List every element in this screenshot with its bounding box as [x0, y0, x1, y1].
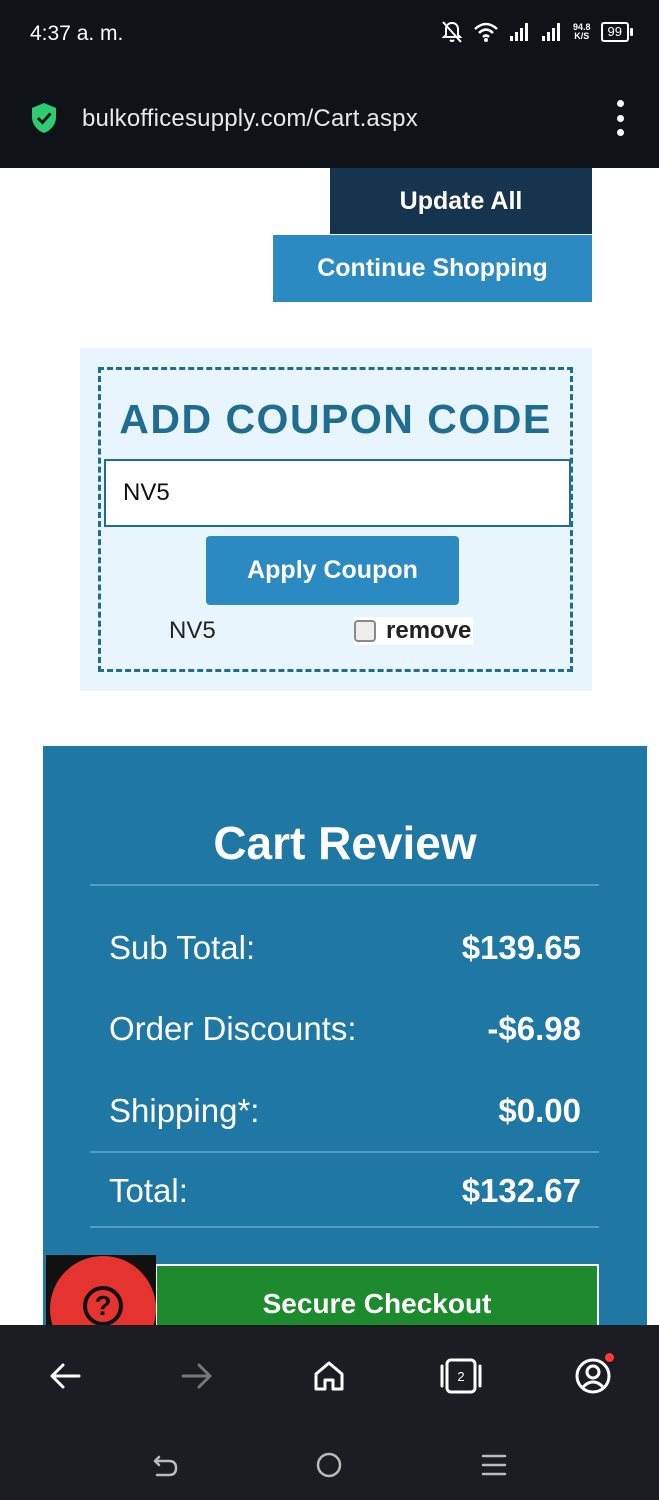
continue-shopping-button[interactable]: Continue Shopping: [273, 235, 592, 302]
coupon-title: ADD COUPON CODE: [119, 396, 552, 442]
shipping-value: $0.00: [498, 1092, 581, 1129]
forward-button[interactable]: [172, 1351, 222, 1401]
total-label: Total:: [109, 1172, 188, 1209]
arrow-left-icon: [50, 1363, 81, 1389]
system-back-button[interactable]: [145, 1445, 185, 1485]
arrow-right-icon: [181, 1363, 212, 1389]
system-home-button[interactable]: [309, 1445, 349, 1485]
status-icons: 94.8 K/S 99: [441, 20, 634, 44]
battery-level: 99: [607, 24, 622, 39]
subtotal-value: $139.65: [461, 929, 581, 966]
status-bar: 4:37 a. m. 94.8 K/S 99: [0, 0, 659, 70]
bell-off-icon: [441, 21, 463, 43]
remove-coupon-control[interactable]: remove: [354, 617, 474, 645]
system-back-icon: [153, 1455, 178, 1477]
signal-icon-2: [542, 23, 560, 41]
cart-review-panel: Cart Review Sub Total: $139.65 Order Dis…: [43, 746, 647, 1325]
divider: [90, 1151, 599, 1153]
battery-icon: 99: [600, 22, 634, 42]
shipping-label: Shipping*:: [109, 1092, 260, 1129]
system-nav-bar: [0, 1425, 659, 1500]
discount-label: Order Discounts:: [109, 1010, 357, 1047]
account-button[interactable]: [568, 1351, 618, 1401]
shipping-row: Shipping*: $0.00: [109, 1092, 581, 1130]
home-button[interactable]: [304, 1351, 354, 1401]
signal-icon-1: [510, 23, 528, 41]
home-icon: [314, 1361, 344, 1391]
net-speed: 94.8 K/S: [573, 23, 591, 41]
update-all-button[interactable]: Update All: [330, 168, 592, 234]
apply-coupon-button[interactable]: Apply Coupon: [206, 536, 459, 605]
remove-coupon-checkbox[interactable]: [354, 620, 376, 642]
url-text[interactable]: bulkofficesupply.com/Cart.aspx: [82, 105, 418, 133]
more-menu-icon[interactable]: [615, 100, 625, 136]
status-time: 4:37 a. m.: [30, 22, 124, 45]
system-recents-button[interactable]: [474, 1445, 514, 1485]
account-icon: [575, 1358, 611, 1394]
total-row: Total: $132.67: [109, 1172, 581, 1210]
divider: [90, 1226, 599, 1228]
tab-count: 2: [457, 1368, 465, 1384]
coupon-box: ADD COUPON CODE Apply Coupon NV5 remove: [98, 367, 573, 672]
browser-toolbar: 2: [0, 1325, 659, 1425]
tabs-button[interactable]: 2: [436, 1351, 486, 1401]
page-content: Update All Continue Shopping ADD COUPON …: [0, 168, 659, 1325]
system-menu-icon: [481, 1454, 507, 1476]
remove-coupon-label[interactable]: remove: [386, 617, 471, 645]
wifi-icon: [474, 22, 498, 42]
discount-row: Order Discounts: -$6.98: [109, 1010, 581, 1048]
url-bar[interactable]: bulkofficesupply.com/Cart.aspx: [0, 70, 659, 168]
back-button[interactable]: [40, 1351, 90, 1401]
notification-dot: [605, 1353, 614, 1362]
question-circle-icon: ?: [83, 1286, 123, 1325]
divider: [90, 884, 599, 886]
system-home-icon: [316, 1452, 342, 1478]
net-speed-unit: K/S: [574, 31, 590, 41]
coupon-code-input[interactable]: [104, 459, 571, 527]
secure-checkout-button[interactable]: Secure Checkout: [155, 1264, 599, 1325]
applied-coupon-code: NV5: [169, 617, 216, 644]
coupon-panel: ADD COUPON CODE Apply Coupon NV5 remove: [80, 348, 592, 691]
subtotal-row: Sub Total: $139.65: [109, 929, 581, 967]
cart-review-title: Cart Review: [213, 817, 477, 869]
total-value: $132.67: [461, 1172, 581, 1209]
subtotal-label: Sub Total:: [109, 929, 256, 966]
shield-check-icon[interactable]: [30, 102, 58, 134]
discount-value: -$6.98: [487, 1010, 581, 1047]
